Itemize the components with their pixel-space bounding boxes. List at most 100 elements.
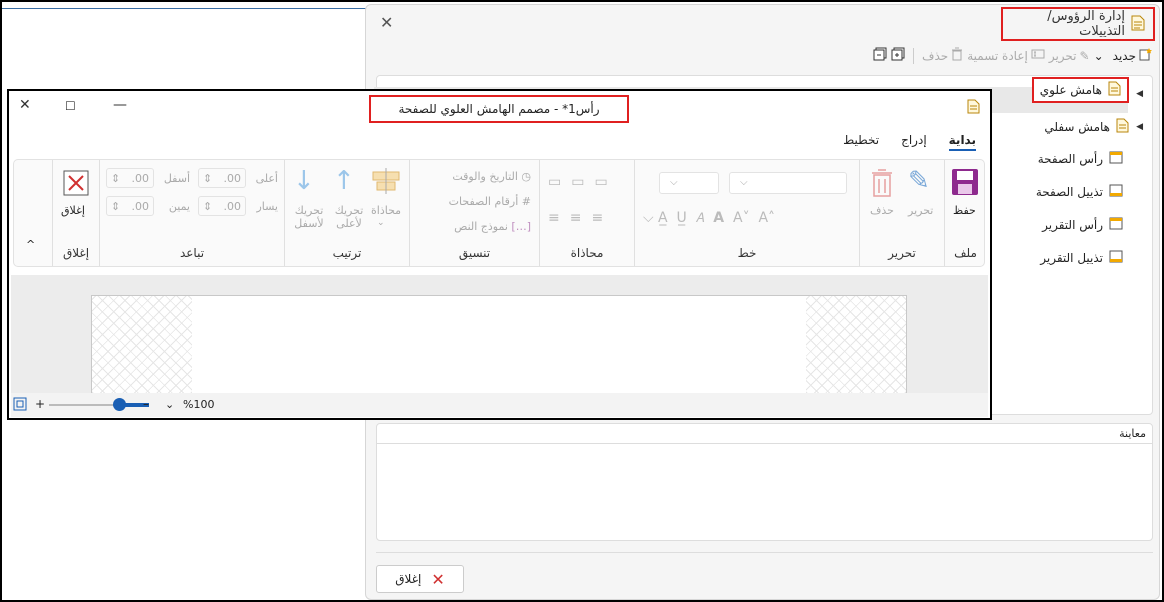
ribbon-tabs: بداية إدراج تخطيط <box>843 133 976 151</box>
save-button[interactable]: حفظ <box>953 204 976 217</box>
collapse-ribbon-icon[interactable]: ^ <box>26 238 35 251</box>
file-group: حفظ ملف <box>944 160 986 266</box>
chevron-down-icon: ⌄ <box>1093 48 1104 63</box>
tree-item-page-header[interactable]: رأس الصفحة <box>1038 151 1123 167</box>
close-icon[interactable]: ✕ <box>19 97 31 113</box>
toolbar-separator <box>913 47 915 64</box>
close-icon[interactable]: ✕ <box>380 13 393 32</box>
tree-item-bottom-margin[interactable]: هامش سفلي <box>1044 118 1129 136</box>
spacing-group: أعلى ⇕ .00 أسفل ⇕ .00 يسار ⇕ .00 يمين ⇕ .00 … <box>99 160 284 266</box>
close-group-label: إغلاق <box>62 246 90 260</box>
ribbon: حفظ ملف ✎ تحرير حذف تحرير ⌵ ⌵ ⌵ A̲ U̲ 𝘈 … <box>13 159 985 267</box>
tree-item-top-margin[interactable]: هامش علوي <box>1031 77 1129 103</box>
pencil-icon[interactable]: ✎ <box>908 166 930 196</box>
header-icon <box>1109 151 1123 167</box>
move-down-button[interactable]: تحريك لأسفل <box>291 204 327 230</box>
edit-group: ✎ تحرير حذف تحرير <box>859 160 944 266</box>
footer-icon <box>1109 250 1123 266</box>
zoom-level: %100 <box>183 398 215 411</box>
spacing-group-label: تباعد <box>179 246 205 260</box>
arrow-down-icon[interactable]: ↓ <box>293 166 315 196</box>
horizontal-align-icons[interactable]: ≡≡≡ <box>548 210 613 226</box>
expand-icon <box>891 47 905 64</box>
spinner-arrows-icon: ⇕ <box>203 171 213 185</box>
zoom-dropdown-icon[interactable]: ⌄ <box>165 398 174 411</box>
align-objects-button[interactable]: محاذاة <box>371 204 401 217</box>
edit-button[interactable]: ✎ تحرير <box>1049 49 1090 63</box>
header-icon <box>1109 217 1123 233</box>
collapse-icon <box>873 47 887 64</box>
status-bar: + – ⌄ %100 <box>11 393 988 417</box>
left-spinner[interactable]: ⇕ .00 <box>198 196 246 216</box>
tree-item-page-footer[interactable]: تذييل الصفحة <box>1036 184 1123 200</box>
new-icon <box>1139 47 1153 64</box>
tree-item-report-header[interactable]: رأس التقرير <box>1042 217 1123 233</box>
right-label: يمين <box>168 200 190 213</box>
file-group-label: ملف <box>954 246 977 260</box>
expand-arrow-icon[interactable]: ◀ <box>1136 89 1143 99</box>
close-button[interactable]: ✕ إغلاق <box>376 565 464 593</box>
tab-insert[interactable]: إدراج <box>901 133 927 151</box>
top-spinner[interactable]: ⇕ .00 <box>198 168 246 188</box>
delete-button[interactable]: حذف <box>870 204 894 217</box>
chevron-down-icon: ⌄ <box>377 218 385 228</box>
text-form-button[interactable]: […] نموذج النص <box>454 220 531 233</box>
fit-page-icon[interactable] <box>13 397 27 414</box>
zoom-in-icon[interactable]: + <box>35 397 45 411</box>
minimize-icon[interactable]: — <box>113 97 127 113</box>
page-numbers-button[interactable]: # أرقام الصفحات <box>449 195 531 208</box>
spinner-arrows-icon: ⇕ <box>111 199 121 213</box>
arrange-group: محاذاة ⌄ ↑ تحريك لأعلى ↓ تحريك لأسفل ترت… <box>284 160 409 266</box>
footer-icon <box>1109 184 1123 200</box>
hash-icon: # <box>521 195 531 208</box>
trash-icon[interactable] <box>870 168 894 201</box>
font-size-select[interactable]: ⌵ <box>659 172 719 194</box>
vertical-align-icons[interactable]: ▭▭▭ <box>548 174 618 190</box>
font-group: ⌵ ⌵ ⌵ A̲ U̲ 𝘈 A A˅ A˄ خط <box>634 160 859 266</box>
rename-button[interactable]: إعادة تسمية <box>967 48 1045 63</box>
rename-icon <box>1031 48 1045 63</box>
datetime-button[interactable]: ◷ التاريخ والوقت <box>452 170 531 183</box>
top-label: أعلى <box>255 172 278 185</box>
maximize-icon[interactable]: ☐ <box>65 99 76 113</box>
text-form-icon: […] <box>511 220 531 233</box>
zoom-out-icon[interactable]: – <box>143 397 149 411</box>
manager-title-text: إدارة الرؤوس/التذييلات <box>1047 9 1125 39</box>
format-group: ◷ التاريخ والوقت # أرقام الصفحات […] نمو… <box>409 160 539 266</box>
collapse-all-button[interactable] <box>873 47 887 64</box>
font-group-label: خط <box>737 246 757 260</box>
spinner-arrows-icon: ⇕ <box>203 199 213 213</box>
align-objects-icon[interactable] <box>371 168 401 197</box>
save-icon[interactable] <box>951 168 979 199</box>
background-window-line <box>2 8 366 9</box>
align-group: ▭▭▭ ≡≡≡ محاذاة <box>539 160 634 266</box>
close-x-icon[interactable] <box>63 170 89 199</box>
arrow-up-icon[interactable]: ↑ <box>333 166 355 196</box>
preview-label: معاينة <box>377 424 1152 444</box>
zoom-slider-handle[interactable] <box>113 398 126 411</box>
right-spinner[interactable]: ⇕ .00 <box>106 196 154 216</box>
font-format-icons[interactable]: ⌵ A̲ U̲ 𝘈 A A˅ A˄ <box>643 210 775 226</box>
tab-home[interactable]: بداية <box>948 133 976 151</box>
page-surface[interactable] <box>91 295 907 393</box>
delete-button[interactable]: حذف <box>922 47 963 64</box>
tab-layout[interactable]: تخطيط <box>843 133 879 151</box>
bottom-spinner[interactable]: ⇕ .00 <box>106 168 154 188</box>
new-button[interactable]: جديد ⌄ <box>1094 47 1153 64</box>
design-canvas <box>11 275 988 393</box>
close-x-icon: ✕ <box>431 569 445 589</box>
expand-arrow-icon[interactable]: ◀ <box>1136 122 1143 132</box>
spinner-arrows-icon: ⇕ <box>111 171 121 185</box>
close-designer-button[interactable]: إغلاق <box>61 204 85 217</box>
manager-title: إدارة الرؤوس/التذييلات <box>1001 7 1155 41</box>
expand-all-button[interactable] <box>891 47 905 64</box>
move-up-button[interactable]: تحريك لأعلى <box>331 204 367 230</box>
align-group-label: محاذاة <box>570 246 604 260</box>
tree-item-report-footer[interactable]: تذييل التقرير <box>1040 250 1123 266</box>
designer-title: رأس1* - مصمم الهامش العلوي للصفحة <box>369 95 629 123</box>
arrange-group-label: ترتيب <box>332 246 362 260</box>
pencil-icon: ✎ <box>1079 48 1090 63</box>
font-family-select[interactable]: ⌵ <box>729 172 847 194</box>
left-label: يسار <box>256 200 278 213</box>
edit-button[interactable]: تحرير <box>908 204 933 217</box>
